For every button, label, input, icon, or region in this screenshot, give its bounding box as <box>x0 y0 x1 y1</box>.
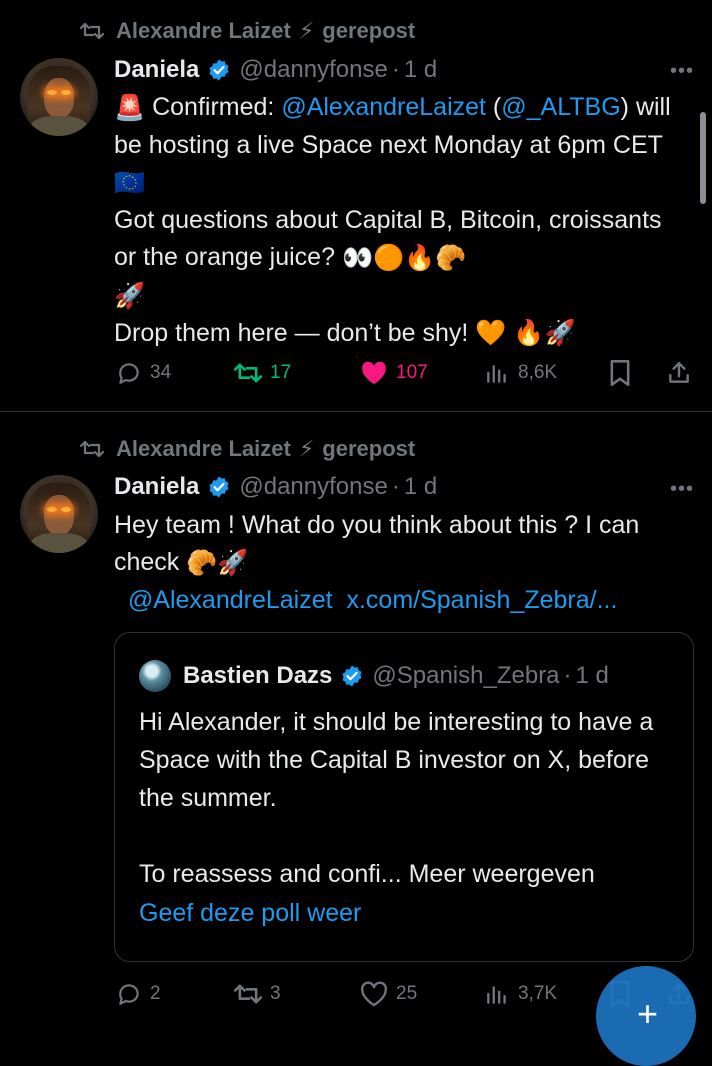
author-name[interactable]: Daniela <box>114 56 199 84</box>
repost-indicator: Alexandre Laizet ⚡ gerepost <box>80 14 415 48</box>
scrollbar[interactable] <box>700 112 706 204</box>
separator-dot: · <box>391 56 400 83</box>
author-name[interactable]: Daniela <box>114 473 199 501</box>
siren-emoji: 🚨 <box>114 93 146 122</box>
author-handle[interactable]: @dannyfonse <box>239 473 387 501</box>
timestamp[interactable]: 1 d <box>404 473 437 501</box>
like-button[interactable]: 25 <box>360 976 417 1012</box>
reply-icon <box>119 363 139 384</box>
repost-button[interactable]: 17 <box>234 355 291 391</box>
repost-count: 17 <box>270 362 292 383</box>
more-options-icon[interactable]: ••• <box>670 478 694 501</box>
tweet-1[interactable]: Alexandre Laizet ⚡ gerepost Daniela @dan… <box>0 0 712 412</box>
repost-icon <box>234 363 262 383</box>
timestamp[interactable]: 1 d <box>404 56 437 84</box>
views-count: 8,6K <box>518 362 558 383</box>
quoted-tweet[interactable]: Bastien Dazs @Spanish_Zebra · 1 d Hi Ale… <box>114 632 694 962</box>
reply-icon <box>119 984 139 1005</box>
tweet-header: Daniela @dannyfonse · 1 d <box>114 470 682 504</box>
heart-filled-icon <box>362 361 386 385</box>
quote-timestamp: 1 d <box>575 662 609 689</box>
share-button[interactable] <box>666 355 700 391</box>
mention-link[interactable]: @AlexandreLaizet <box>281 93 486 121</box>
reply-count: 34 <box>150 362 172 383</box>
repost-count: 3 <box>270 983 281 1004</box>
action-bar: 34 17 107 8,6K <box>114 355 704 391</box>
avatar[interactable] <box>20 475 98 553</box>
repost-label: gerepost <box>322 18 416 43</box>
reply-count: 2 <box>150 983 161 1004</box>
share-icon <box>669 362 689 383</box>
views-chart-icon <box>487 365 506 383</box>
mention-link[interactable]: @_ALTBG <box>501 93 620 121</box>
show-more-link[interactable]: Meer weergeven <box>409 860 595 888</box>
repost-icon <box>80 22 104 40</box>
text-segment: Drop them here — don’t be shy! <box>114 318 476 347</box>
quote-header: Bastien Dazs @Spanish_Zebra · 1 d <box>139 659 609 693</box>
bookmark-button[interactable] <box>608 355 640 391</box>
verified-badge-icon <box>207 58 231 82</box>
separator-dot: · <box>563 662 572 689</box>
plus-icon: + <box>637 993 659 1034</box>
like-count: 25 <box>396 983 418 1004</box>
verified-badge-icon <box>340 664 364 688</box>
text-segment: ( <box>485 93 502 121</box>
quote-author-handle: @Spanish_Zebra <box>372 662 560 689</box>
repost-user[interactable]: Alexandre Laizet <box>116 18 291 44</box>
bolt-emoji: ⚡ <box>298 18 315 43</box>
text-segment: Confirmed: <box>145 93 282 121</box>
reply-button[interactable]: 34 <box>116 355 171 391</box>
emoji-group: 👀🟠🔥🥐 <box>341 243 467 272</box>
quote-text-p1: Hi Alexander, it should be interesting t… <box>139 708 654 812</box>
reply-button[interactable]: 2 <box>116 976 161 1012</box>
verified-badge-icon <box>207 475 231 499</box>
like-button[interactable]: 107 <box>360 355 428 391</box>
heart-outline-icon <box>360 981 388 1007</box>
repost-icon <box>234 984 262 1004</box>
quote-author-name: Bastien Dazs <box>183 662 333 689</box>
repost-indicator: Alexandre Laizet ⚡ gerepost <box>80 432 415 466</box>
repost-label: gerepost <box>322 436 416 461</box>
emoji-group: 🥐🚀 <box>186 548 249 577</box>
quote-text-p2: To reassess and confi... <box>139 860 402 888</box>
repost-button[interactable]: 3 <box>234 976 281 1012</box>
rocket-emoji: 🚀 <box>114 281 146 310</box>
views-button[interactable]: 3,7K <box>484 976 557 1012</box>
views-chart-icon <box>487 986 506 1004</box>
views-count: 3,7K <box>518 983 558 1004</box>
author-handle[interactable]: @dannyfonse <box>239 56 387 84</box>
tweet-text: Hey team ! What do you think about this … <box>114 507 684 619</box>
quote-text: Hi Alexander, it should be interesting t… <box>139 703 679 893</box>
repost-user[interactable]: Alexandre Laizet <box>116 436 291 462</box>
views-button[interactable]: 8,6K <box>484 355 557 391</box>
like-count: 107 <box>396 362 428 383</box>
separator-dot: · <box>391 473 400 500</box>
emoji-group: 🧡 🔥🚀 <box>475 319 576 348</box>
show-poll-link[interactable]: Geef deze poll weer <box>139 899 361 928</box>
quote-avatar <box>139 660 171 692</box>
tweet-text: 🚨 Confirmed: @AlexandreLaizet (@_ALTBG) … <box>114 89 684 352</box>
eu-flag-emoji: 🇪🇺 <box>114 168 146 197</box>
url-link[interactable]: x.com/Spanish_Zebra/... <box>346 586 617 614</box>
tweet-header: Daniela @dannyfonse · 1 d <box>114 53 682 87</box>
bookmark-icon <box>610 360 630 386</box>
tweet-2[interactable]: Alexandre Laizet ⚡ gerepost Daniela @dan… <box>0 412 712 1024</box>
repost-icon <box>80 440 104 458</box>
avatar[interactable] <box>20 58 98 136</box>
more-options-icon[interactable]: ••• <box>670 60 694 83</box>
bolt-emoji: ⚡ <box>298 436 315 461</box>
mention-link[interactable]: @AlexandreLaizet <box>128 586 333 614</box>
